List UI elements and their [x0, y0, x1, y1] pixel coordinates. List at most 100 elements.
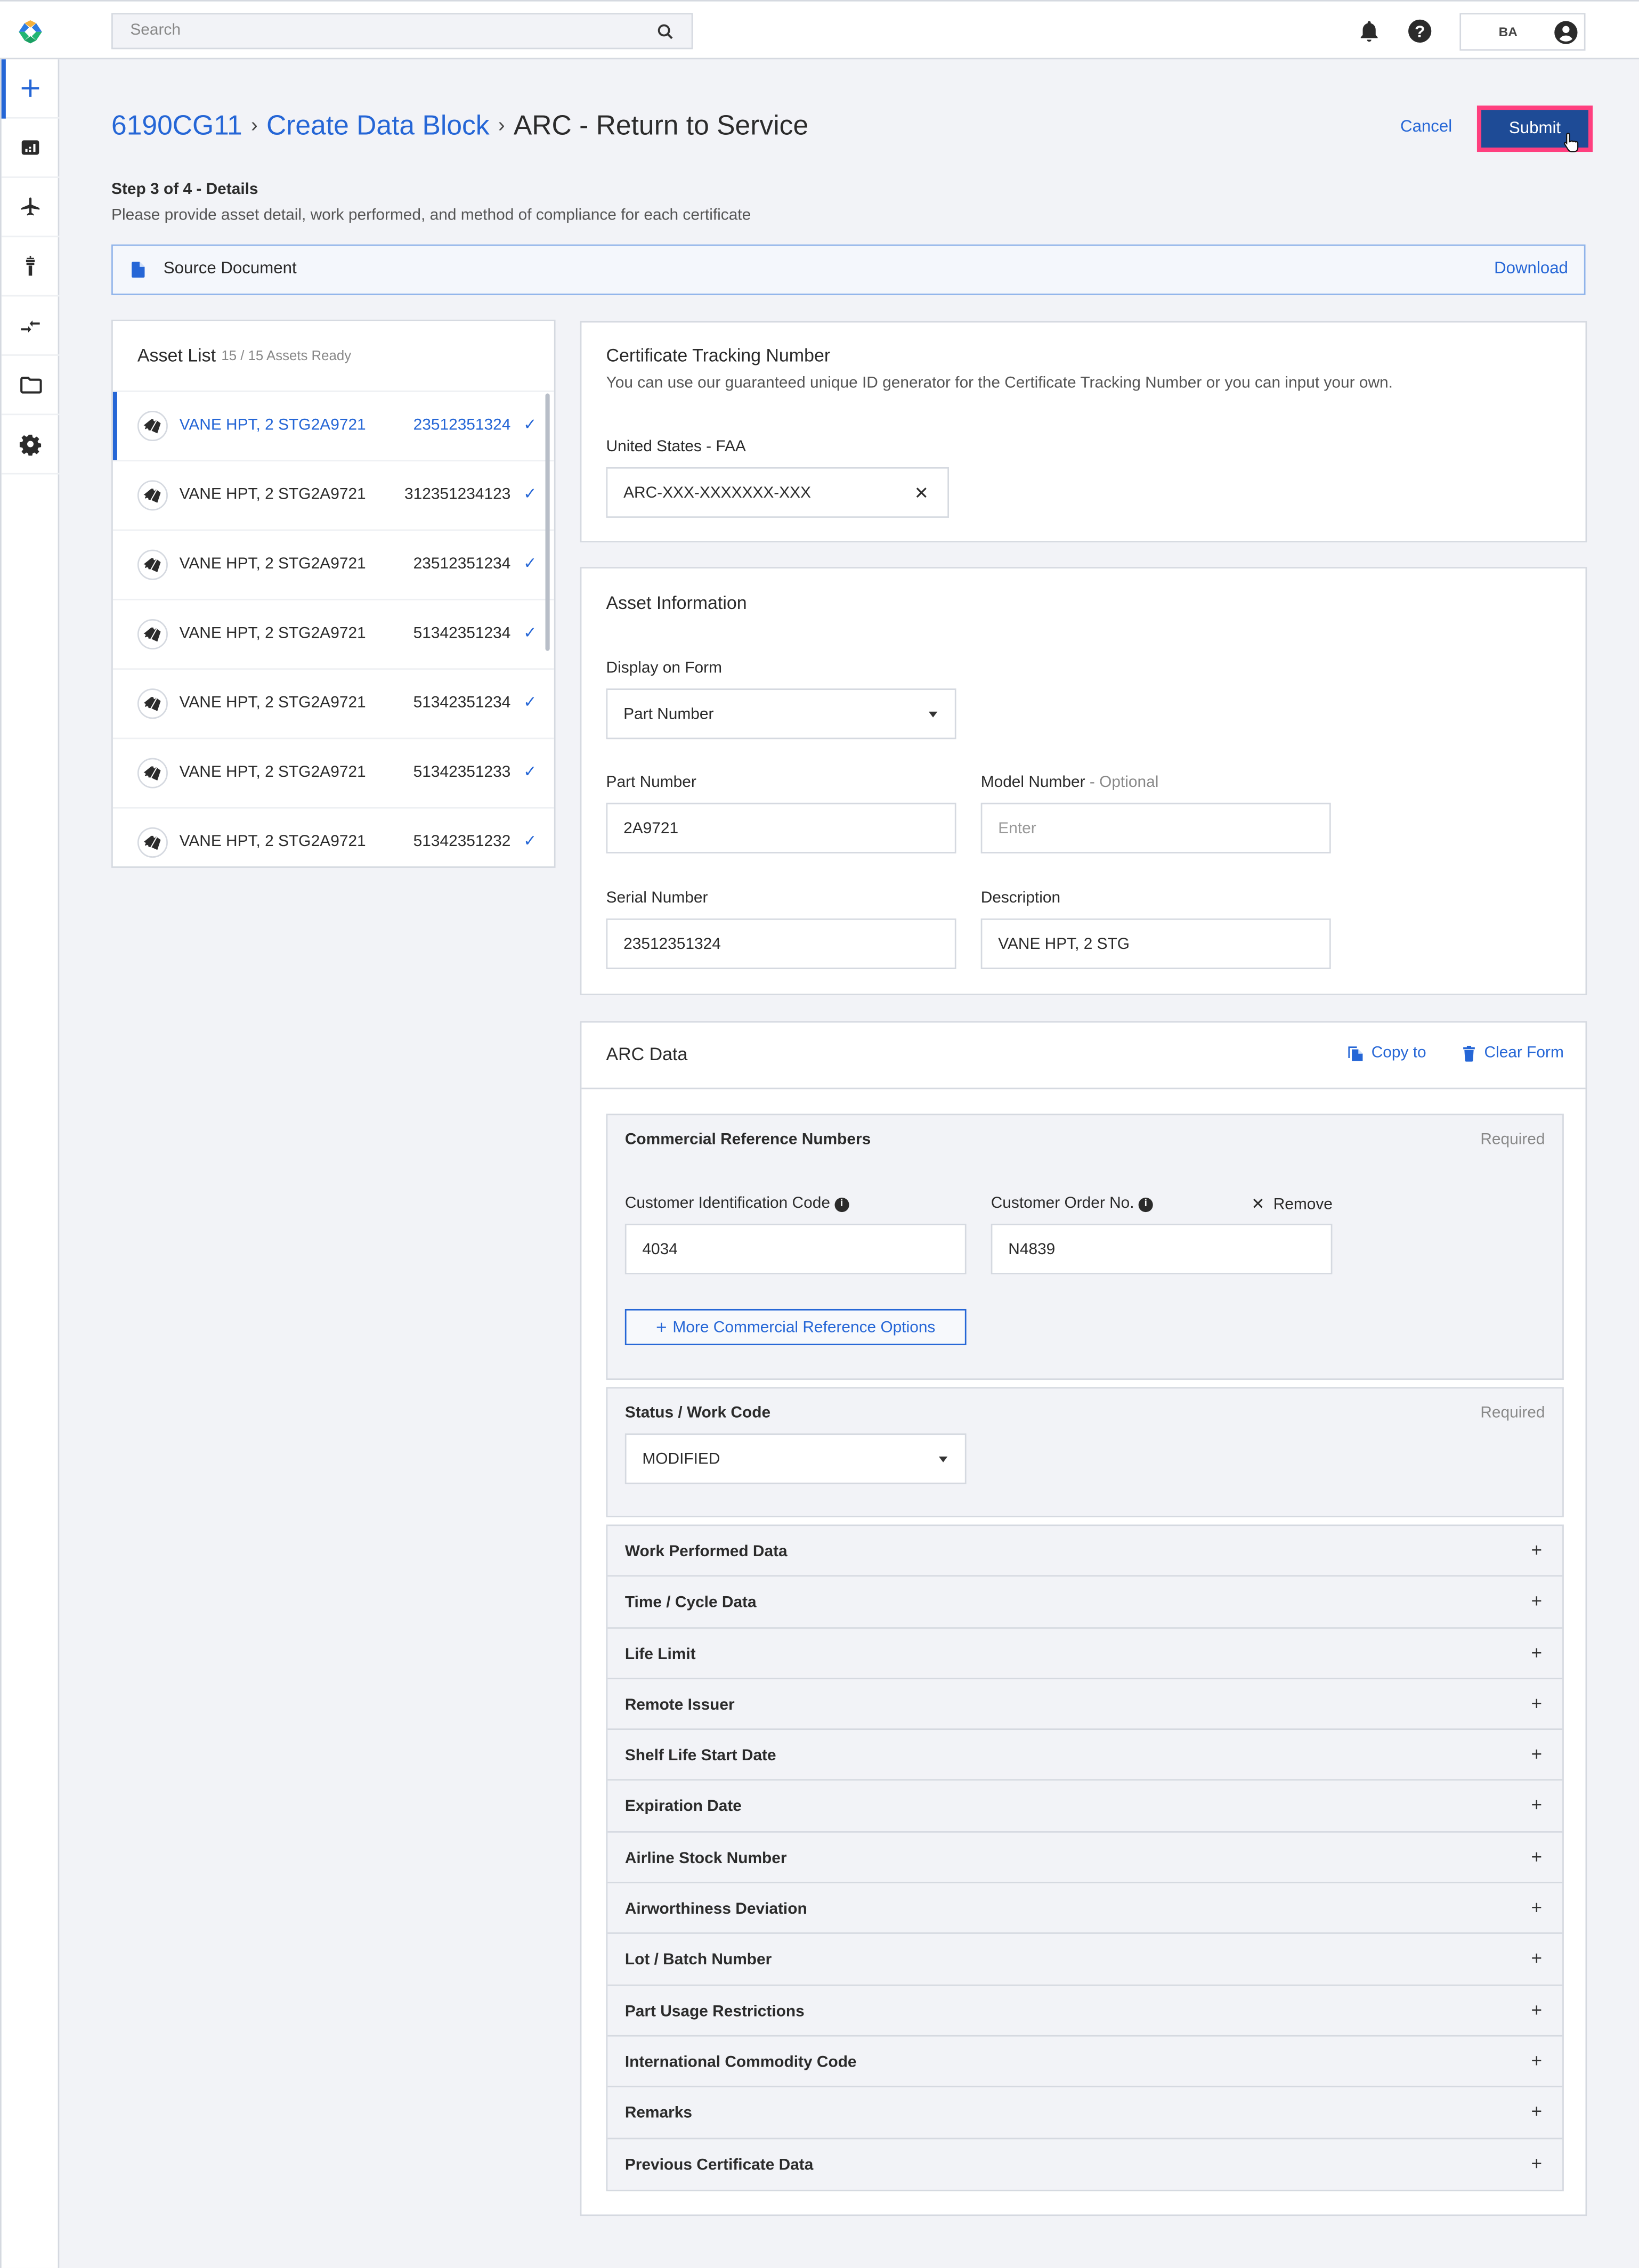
clear-form-button[interactable]: Clear Form — [1461, 1044, 1564, 1062]
cancel-button[interactable]: Cancel — [1400, 119, 1452, 136]
commercial-reference-section: Commercial Reference Numbers Required Cu… — [606, 1113, 1564, 1380]
accordion-remote-issuer[interactable]: Remote Issuer + — [607, 1679, 1563, 1730]
more-commercial-reference-options-button[interactable]: + More Commercial Reference Options — [624, 1308, 967, 1345]
breadcrumb-link-work-order[interactable]: 6190CG11 — [111, 111, 242, 142]
source-document-bar: Source Document Download — [111, 244, 1586, 295]
bell-icon[interactable] — [1357, 19, 1382, 43]
asset-list-item[interactable]: VANE HPT, 2 STG 2A9721 51342351234 ✓ — [112, 670, 554, 739]
part-number-input[interactable]: 2A9721 — [606, 802, 956, 853]
optional-tag: - Optional — [1085, 774, 1159, 792]
remove-button[interactable]: ✕ Remove — [1251, 1195, 1333, 1214]
engine-part-icon — [143, 766, 161, 781]
asset-part-number: 2A9721 — [311, 555, 366, 573]
sidebar-item-dashboard[interactable] — [1, 119, 60, 178]
accordion-title: Remote Issuer — [624, 1696, 735, 1714]
expand-plus-icon[interactable]: + — [1531, 1794, 1542, 1816]
customer-id-input[interactable]: 4034 — [624, 1223, 967, 1274]
expand-plus-icon[interactable]: + — [1531, 1539, 1542, 1561]
accordion-part-usage-restrictions[interactable]: Part Usage Restrictions + — [607, 1986, 1563, 2037]
status-work-code-select[interactable]: MODIFIED — [624, 1433, 967, 1484]
accordion-airline-stock-number[interactable]: Airline Stock Number + — [607, 1832, 1563, 1884]
copy-to-button[interactable]: Copy to — [1348, 1044, 1426, 1062]
customer-order-input[interactable]: N4839 — [991, 1223, 1333, 1274]
asset-list-item[interactable]: VANE HPT, 2 STG 2A9721 23512351324 ✓ — [112, 392, 554, 462]
asset-list-title: Asset List — [137, 345, 216, 366]
part-number-label: Part Number — [606, 774, 696, 792]
info-icon[interactable]: i — [834, 1197, 849, 1213]
expand-plus-icon[interactable]: + — [1531, 1896, 1542, 1918]
user-menu[interactable]: BA — [1459, 13, 1586, 51]
sidebar-item-create[interactable] — [1, 59, 60, 119]
checkmark-icon: ✓ — [523, 486, 537, 503]
asset-list-item[interactable]: VANE HPT, 2 STG 2A9721 51342351233 ✓ — [112, 739, 554, 809]
accordion-title: International Commodity Code — [624, 2054, 857, 2071]
download-link[interactable]: Download — [1494, 261, 1568, 278]
customer-id-label: Customer Identification Code i — [625, 1195, 849, 1213]
close-icon: ✕ — [1251, 1196, 1265, 1214]
expand-plus-icon[interactable]: + — [1531, 1998, 1542, 2020]
accordion-previous-certificate-data[interactable]: Previous Certificate Data + — [607, 2139, 1562, 2190]
app-root: ? BA 6190CG11›Create Data Block›AR — [0, 0, 1639, 2268]
sidebar-item-transfers[interactable] — [1, 297, 60, 356]
accordion-airworthiness-deviation[interactable]: Airworthiness Deviation + — [607, 1883, 1563, 1934]
sidebar-item-aircraft[interactable] — [1, 178, 60, 238]
accordion-title: Work Performed Data — [624, 1543, 788, 1561]
asset-description: VANE HPT, 2 STG — [179, 763, 311, 782]
asset-description: VANE HPT, 2 STG — [179, 694, 311, 712]
top-bar: ? BA — [0, 0, 1639, 60]
breadcrumb-link-create-data-block[interactable]: Create Data Block — [266, 111, 490, 142]
customer-id-label-text: Customer Identification Code — [624, 1194, 830, 1213]
accordion-lot-batch-number[interactable]: Lot / Batch Number + — [607, 1934, 1563, 1986]
accordion-international-commodity-code[interactable]: International Commodity Code + — [607, 2036, 1563, 2088]
accordion-life-limit[interactable]: Life Limit + — [607, 1628, 1563, 1679]
expand-plus-icon[interactable]: + — [1531, 2152, 1542, 2174]
asset-list-item[interactable]: VANE HPT, 2 STG 2A9721 312351234123 ✓ — [112, 461, 554, 531]
asset-list-item[interactable]: VANE HPT, 2 STG 2A9721 51342351234 ✓ — [112, 600, 554, 670]
expand-plus-icon[interactable]: + — [1531, 1692, 1542, 1714]
accordion-shelf-life-start-date[interactable]: Shelf Life Start Date + — [607, 1730, 1563, 1782]
model-number-input[interactable]: Enter — [980, 802, 1331, 853]
certificate-tracking-number-input[interactable]: ARC-XXX-XXXXXXX-XXX ✕ — [606, 467, 949, 518]
engine-part-icon — [143, 835, 161, 850]
asset-list-panel: Asset List 15 / 15 Assets Ready VANE HPT… — [111, 319, 556, 868]
asset-list-scrollbar[interactable] — [545, 393, 550, 651]
customer-order-label-text: Customer Order No. — [991, 1194, 1134, 1213]
asset-description: VANE HPT, 2 STG — [179, 416, 311, 434]
accordion-remarks[interactable]: Remarks + — [607, 2087, 1563, 2139]
search-icon[interactable] — [657, 23, 675, 40]
customer-id-value: 4034 — [642, 1241, 678, 1258]
sidebar-item-airport[interactable] — [1, 237, 60, 297]
expand-plus-icon[interactable]: + — [1531, 1846, 1542, 1867]
search-box[interactable] — [111, 13, 693, 50]
expand-plus-icon[interactable]: + — [1531, 2101, 1542, 2123]
search-input[interactable] — [127, 20, 639, 41]
expand-plus-icon[interactable]: + — [1531, 1641, 1542, 1663]
accordion-expiration-date[interactable]: Expiration Date + — [607, 1781, 1563, 1833]
user-avatar-icon — [1554, 21, 1578, 44]
asset-serial-number: 51342351234 — [413, 694, 511, 712]
expand-plus-icon[interactable]: + — [1531, 2050, 1542, 2071]
help-icon[interactable]: ? — [1408, 19, 1432, 43]
accordion-work-performed-data[interactable]: Work Performed Data + — [607, 1526, 1563, 1578]
app-logo-icon[interactable] — [18, 19, 44, 45]
asset-list-rows: VANE HPT, 2 STG 2A9721 23512351324 ✓ VANE HP… — [112, 392, 554, 867]
plus-icon: + — [655, 1316, 667, 1338]
info-icon[interactable]: i — [1138, 1197, 1153, 1213]
expand-plus-icon[interactable]: + — [1531, 1743, 1542, 1765]
arc-data-panel: ARC Data Copy to Clear Form Commercial R… — [580, 1021, 1587, 2216]
accordion-time-cycle-data[interactable]: Time / Cycle Data + — [607, 1577, 1563, 1628]
asset-list-item[interactable]: VANE HPT, 2 STG 2A9721 23512351234 ✓ — [112, 531, 554, 600]
engine-part-icon — [143, 489, 161, 503]
display-on-form-select[interactable]: Part Number — [606, 688, 956, 739]
clear-icon[interactable]: ✕ — [914, 483, 929, 503]
engine-part-icon — [143, 697, 161, 711]
asset-list-item[interactable]: VANE HPT, 2 STG 2A9721 51342351232 ✓ — [113, 809, 554, 867]
document-icon — [132, 262, 145, 278]
expand-plus-icon[interactable]: + — [1531, 1947, 1542, 1969]
serial-number-input[interactable]: 23512351324 — [606, 918, 956, 969]
step-description: Please provide asset detail, work perfor… — [111, 207, 751, 224]
sidebar-item-settings[interactable] — [1, 415, 60, 475]
sidebar-item-files[interactable] — [1, 356, 60, 416]
expand-plus-icon[interactable]: + — [1531, 1590, 1542, 1612]
description-input[interactable]: VANE HPT, 2 STG — [980, 918, 1331, 969]
